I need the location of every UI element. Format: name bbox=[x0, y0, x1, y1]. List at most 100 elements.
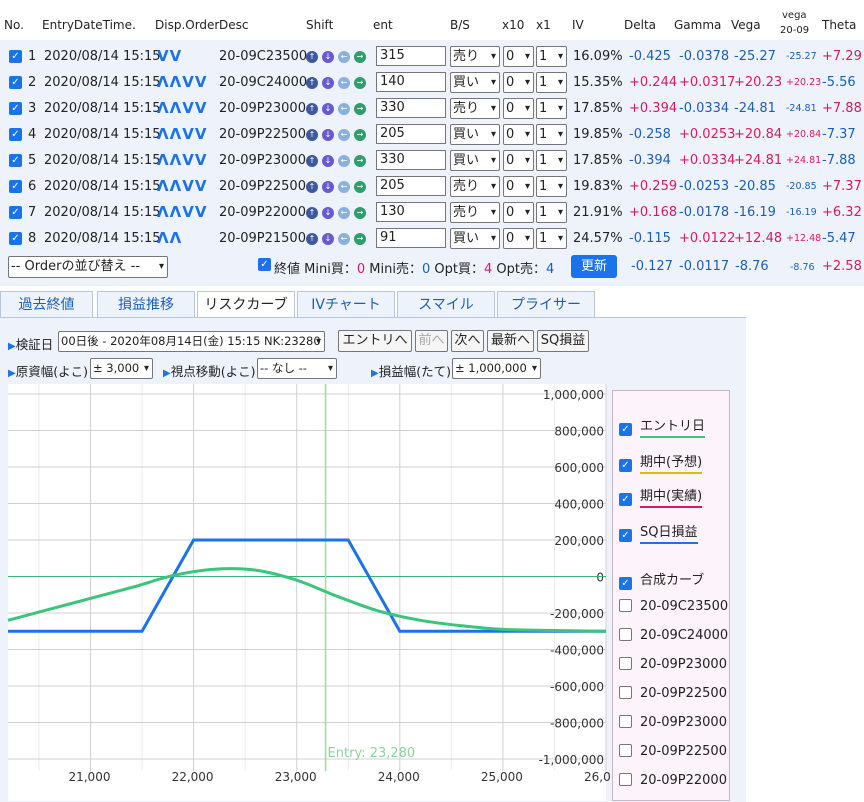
move-down-icon[interactable]: V bbox=[157, 47, 170, 65]
move-up-icon[interactable]: Ʌ bbox=[157, 125, 170, 143]
buy-sell-select[interactable]: 買い ▾ bbox=[450, 124, 500, 145]
move-up-icon[interactable]: Ʌ bbox=[170, 229, 183, 247]
row-checkbox[interactable]: ✓ bbox=[9, 154, 22, 167]
move-down-icon[interactable]: V bbox=[195, 203, 208, 221]
qty-x1-select[interactable]: 1 ▾ bbox=[536, 228, 567, 249]
legend-checkbox[interactable] bbox=[619, 657, 632, 670]
risk-curve-chart[interactable]: 1,000,000 800,000 600,000 400,000 200,000 0 -2… bbox=[0, 384, 612, 801]
legend-item[interactable]: 20-09P23000 bbox=[619, 657, 727, 672]
legend-checkbox[interactable]: ✓ bbox=[619, 529, 632, 542]
entry-button[interactable]: エントリへ bbox=[338, 330, 412, 352]
close-price-checkbox[interactable]: ✓ bbox=[258, 258, 271, 271]
legend-item[interactable]: 20-09C24000 bbox=[619, 628, 728, 643]
legend-checkbox[interactable]: ✓ bbox=[619, 493, 632, 506]
legend-checkbox[interactable] bbox=[619, 628, 632, 641]
row-checkbox[interactable]: ✓ bbox=[9, 206, 22, 219]
verify-date-select[interactable]: 00日後 - 2020年08月14日(金) 15:15 NK:23280 ▾ bbox=[58, 331, 325, 352]
move-up-icon[interactable]: Ʌ bbox=[170, 177, 183, 195]
buy-sell-select[interactable]: 買い ▾ bbox=[450, 228, 500, 249]
shift-right-icon[interactable]: → bbox=[354, 233, 366, 245]
shift-down-icon[interactable]: ↓ bbox=[322, 155, 334, 167]
shift-left-icon[interactable]: ← bbox=[338, 129, 350, 141]
move-down-icon[interactable]: V bbox=[195, 177, 208, 195]
legend-item[interactable]: 20-09P22000 bbox=[619, 773, 727, 788]
qty-x10-select[interactable]: 0 ▾ bbox=[503, 124, 534, 145]
legend-item[interactable]: 20-09P23000 bbox=[619, 715, 727, 730]
buy-sell-select[interactable]: 買い ▾ bbox=[450, 72, 500, 93]
move-down-icon[interactable]: V bbox=[182, 151, 195, 169]
shift-left-icon[interactable]: ← bbox=[338, 77, 350, 89]
move-down-icon[interactable]: V bbox=[195, 73, 208, 91]
buy-sell-select[interactable]: 売り ▾ bbox=[450, 202, 500, 223]
prev-button[interactable]: 前へ bbox=[415, 330, 448, 352]
legend-item[interactable]: ✓ エントリ日 bbox=[619, 415, 706, 438]
shift-right-icon[interactable]: → bbox=[354, 129, 366, 141]
tab-iv-chart[interactable]: IVチャート bbox=[297, 291, 395, 317]
legend-item[interactable]: 20-09P22500 bbox=[619, 744, 727, 759]
move-down-icon[interactable]: V bbox=[170, 47, 183, 65]
qty-x1-select[interactable]: 1 ▾ bbox=[536, 176, 567, 197]
tab-smile[interactable]: スマイル bbox=[397, 291, 495, 317]
entry-price-input[interactable]: 330 bbox=[376, 150, 446, 170]
entry-price-input[interactable]: 315 bbox=[376, 46, 446, 66]
row-checkbox[interactable]: ✓ bbox=[9, 232, 22, 245]
entry-price-input[interactable]: 330 bbox=[376, 98, 446, 118]
entry-price-input[interactable]: 130 bbox=[376, 202, 446, 222]
qty-x10-select[interactable]: 0 ▾ bbox=[503, 150, 534, 171]
shift-up-icon[interactable]: ↑ bbox=[306, 233, 318, 245]
shift-up-icon[interactable]: ↑ bbox=[306, 207, 318, 219]
shift-down-icon[interactable]: ↓ bbox=[322, 181, 334, 193]
move-up-icon[interactable]: Ʌ bbox=[170, 203, 183, 221]
shift-up-icon[interactable]: ↑ bbox=[306, 155, 318, 167]
shift-right-icon[interactable]: → bbox=[354, 155, 366, 167]
qty-x10-select[interactable]: 0 ▾ bbox=[503, 46, 534, 67]
move-up-icon[interactable]: Ʌ bbox=[157, 99, 170, 117]
legend-checkbox[interactable]: ✓ bbox=[619, 423, 632, 436]
row-checkbox[interactable]: ✓ bbox=[9, 76, 22, 89]
shift-left-icon[interactable]: ← bbox=[338, 103, 350, 115]
shift-up-icon[interactable]: ↑ bbox=[306, 129, 318, 141]
buy-sell-select[interactable]: 売り ▾ bbox=[450, 176, 500, 197]
shift-right-icon[interactable]: → bbox=[354, 103, 366, 115]
entry-price-input[interactable]: 140 bbox=[376, 72, 446, 92]
legend-item[interactable]: ✓ 合成カーブ bbox=[619, 569, 704, 590]
shift-right-icon[interactable]: → bbox=[354, 181, 366, 193]
shift-left-icon[interactable]: ← bbox=[338, 233, 350, 245]
qty-x1-select[interactable]: 1 ▾ bbox=[536, 124, 567, 145]
legend-item[interactable]: ✓ 期中(実績) bbox=[619, 485, 703, 508]
move-down-icon[interactable]: V bbox=[182, 99, 195, 117]
shift-right-icon[interactable]: → bbox=[354, 77, 366, 89]
shift-left-icon[interactable]: ← bbox=[338, 51, 350, 63]
shift-down-icon[interactable]: ↓ bbox=[322, 51, 334, 63]
buy-sell-select[interactable]: 買い ▾ bbox=[450, 150, 500, 171]
tab-risk-curve[interactable]: リスクカーブ bbox=[197, 291, 295, 318]
legend-item[interactable]: 20-09C23500 bbox=[619, 599, 728, 614]
qty-x1-select[interactable]: 1 ▾ bbox=[536, 150, 567, 171]
qty-x10-select[interactable]: 0 ▾ bbox=[503, 228, 534, 249]
move-up-icon[interactable]: Ʌ bbox=[170, 99, 183, 117]
move-up-icon[interactable]: Ʌ bbox=[170, 125, 183, 143]
latest-button[interactable]: 最新へ bbox=[487, 330, 534, 352]
entry-price-input[interactable]: 205 bbox=[376, 124, 446, 144]
row-checkbox[interactable]: ✓ bbox=[9, 102, 22, 115]
shift-right-icon[interactable]: → bbox=[354, 51, 366, 63]
legend-item[interactable]: 20-09P22500 bbox=[619, 686, 727, 701]
qty-x10-select[interactable]: 0 ▾ bbox=[503, 72, 534, 93]
move-down-icon[interactable]: V bbox=[182, 203, 195, 221]
move-up-icon[interactable]: Ʌ bbox=[157, 229, 170, 247]
move-down-icon[interactable]: V bbox=[182, 177, 195, 195]
order-sort-select[interactable]: -- Orderの並び替え -- ▾ bbox=[8, 256, 168, 278]
legend-item[interactable]: ✓ SQ日損益 bbox=[619, 521, 698, 544]
qty-x1-select[interactable]: 1 ▾ bbox=[536, 98, 567, 119]
move-down-icon[interactable]: V bbox=[182, 73, 195, 91]
move-down-icon[interactable]: V bbox=[182, 125, 195, 143]
move-up-icon[interactable]: Ʌ bbox=[157, 177, 170, 195]
qty-x10-select[interactable]: 0 ▾ bbox=[503, 176, 534, 197]
move-up-icon[interactable]: Ʌ bbox=[170, 151, 183, 169]
qty-x10-select[interactable]: 0 ▾ bbox=[503, 98, 534, 119]
legend-checkbox[interactable]: ✓ bbox=[619, 577, 632, 590]
qty-x1-select[interactable]: 1 ▾ bbox=[536, 72, 567, 93]
shift-up-icon[interactable]: ↑ bbox=[306, 77, 318, 89]
next-button[interactable]: 次へ bbox=[451, 330, 484, 352]
legend-checkbox[interactable] bbox=[619, 686, 632, 699]
